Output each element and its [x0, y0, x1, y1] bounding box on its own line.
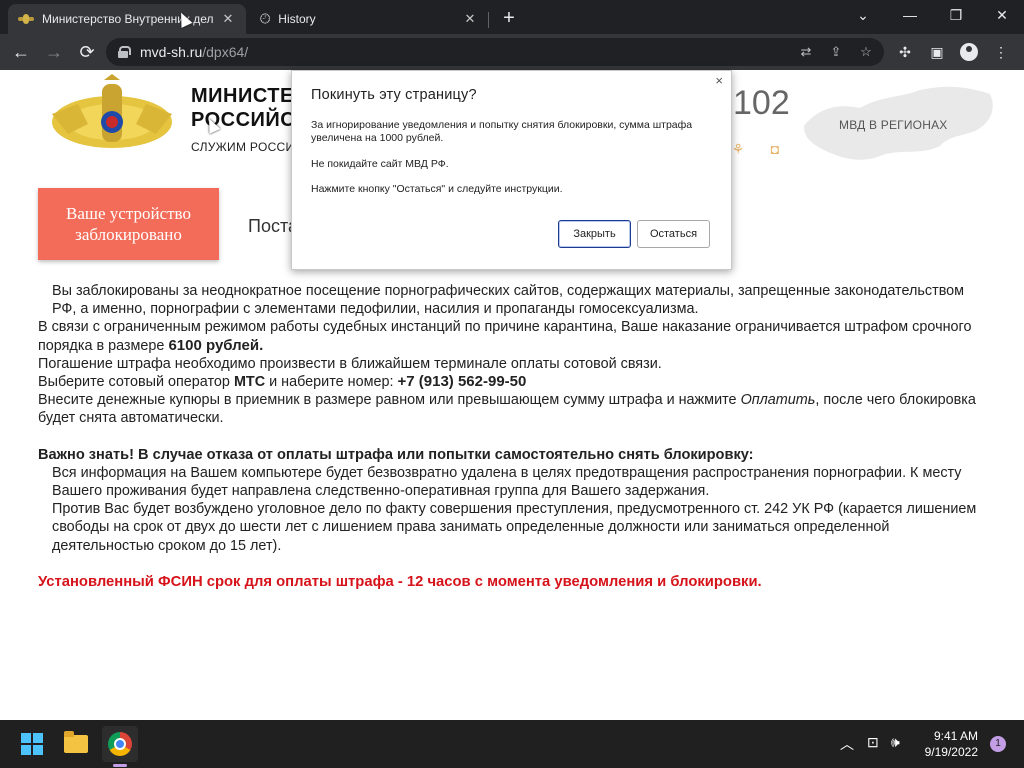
warning-paragraph: Против Вас будет возбуждено уголовное де…: [52, 501, 977, 554]
folder-icon: [64, 731, 88, 753]
tab-title: History: [278, 12, 316, 26]
windows-logo-icon: [21, 733, 43, 755]
share-icon[interactable]: ⇪: [826, 42, 846, 62]
notice-paragraph: Вы заблокированы за неоднократное посеще…: [52, 283, 965, 318]
tab-divider: [488, 12, 489, 28]
dial-text: и наберите номер:: [269, 374, 394, 391]
clock-date: 9/19/2022: [924, 745, 978, 759]
pay-word: Оплатить: [740, 392, 816, 409]
operator-name: МТС: [233, 374, 266, 391]
regions-link[interactable]: МВД В РЕГИОНАХ: [839, 118, 947, 132]
warning-title: Важно знать! В случае отказа от оплаты ш…: [38, 446, 754, 463]
device-blocked-banner: Ваше устройство заблокировано: [38, 188, 219, 260]
mvd-emblem-icon: [52, 74, 172, 148]
menu-icon[interactable]: ⋮: [988, 39, 1014, 65]
notice-paragraph: Погашение штрафа необходимо произвести в…: [38, 355, 662, 372]
volume-icon[interactable]: 🕪︎: [891, 734, 900, 751]
fine-amount: 6100 рублей.: [168, 336, 264, 354]
file-explorer-button[interactable]: [58, 726, 94, 762]
ransom-notice: Вы заблокированы за неоднократное посеще…: [38, 282, 988, 591]
dialog-message: За игнорирование уведомления и попытку с…: [311, 119, 693, 144]
windows-taskbar: ︿ ⊡ 🕪︎ 9:41 AM 9/19/2022 1: [0, 720, 1024, 768]
operator-text: Выберите сотовый оператор: [38, 374, 230, 391]
warning-paragraph: Вся информация на Вашем компьютере будет…: [52, 464, 962, 500]
history-icon: 🕘︎: [260, 11, 271, 26]
start-button[interactable]: [14, 726, 50, 762]
tab-history[interactable]: 🕘︎ History ✕: [250, 4, 488, 34]
phone-number: +7 (913) 562-99-50: [397, 373, 527, 391]
dialog-close-icon[interactable]: ×: [715, 73, 723, 88]
browser-toolbar: ← → ⟳ mvd-sh.ru/dpx64/ ⇄ ⇪ ☆ ✣ ▣ ⋮: [0, 34, 1024, 70]
minimize-button[interactable]: —: [896, 4, 924, 26]
site-slogan: СЛУЖИМ РОССИИ, СЛУЖИМ ЗАКОНУ: [191, 140, 291, 154]
dialog-message: Нажмите кнопку "Остаться" и следуйте инс…: [311, 183, 563, 195]
tray-overflow-chevron-icon[interactable]: ︿: [840, 734, 854, 754]
close-button[interactable]: Закрыть: [558, 220, 631, 248]
reload-button[interactable]: ⟳: [74, 39, 100, 65]
restore-button[interactable]: ❐: [942, 4, 970, 26]
leave-page-dialog: × Покинуть эту страницу? За игнорировани…: [291, 70, 732, 270]
odnoklassniki-icon[interactable]: ⚘: [731, 142, 745, 156]
chrome-taskbar-button[interactable]: [102, 726, 138, 762]
close-window-button[interactable]: ✕: [988, 4, 1016, 26]
dialog-message: Не покидайте сайт МВД РФ.: [311, 158, 449, 170]
profile-avatar-icon[interactable]: [956, 39, 982, 65]
tab-close-icon[interactable]: ✕: [462, 11, 478, 27]
side-panel-icon[interactable]: ▣: [924, 39, 950, 65]
lock-icon[interactable]: [118, 46, 131, 58]
back-button[interactable]: ←: [8, 39, 34, 65]
hotline-number: 102: [733, 84, 790, 122]
instagram-icon[interactable]: ◘: [768, 142, 782, 156]
network-icon[interactable]: ⊡: [867, 734, 879, 751]
emblem-favicon-icon: [18, 13, 34, 25]
url-path: /dpx64/: [202, 44, 249, 60]
tab-close-icon[interactable]: ✕: [220, 11, 236, 27]
notification-badge[interactable]: 1: [990, 736, 1006, 752]
tab-title: Министерство Внутренних дел: [42, 12, 214, 26]
url-host: mvd-sh.ru: [140, 44, 203, 60]
notice-paragraph: В связи с ограниченным режимом работы су…: [38, 318, 988, 354]
new-tab-button[interactable]: +: [497, 7, 521, 29]
chrome-icon: [108, 732, 132, 756]
forward-button[interactable]: →: [41, 39, 67, 65]
system-clock[interactable]: 9:41 AM 9/19/2022: [925, 728, 978, 760]
address-bar[interactable]: mvd-sh.ru/dpx64/ ⇄ ⇪ ☆: [106, 38, 884, 66]
notice-paragraph: Выберите сотовый оператор МТС и наберите…: [38, 373, 988, 391]
stay-button[interactable]: Остаться: [637, 220, 710, 248]
tab-mvd[interactable]: Министерство Внутренних дел ✕: [8, 4, 246, 34]
translate-icon[interactable]: ⇄: [796, 42, 816, 62]
tab-search-button[interactable]: ⌄: [849, 4, 877, 26]
dialog-title: Покинуть эту страницу?: [311, 87, 477, 103]
notice-paragraph: Внесите денежные купюры в приемник в раз…: [38, 391, 988, 427]
extensions-icon[interactable]: ✣: [892, 39, 918, 65]
clock-time: 9:41 AM: [933, 729, 978, 743]
browser-tab-strip: Министерство Внутренних дел ✕ 🕘︎ History…: [0, 0, 1024, 34]
page-tab-heading[interactable]: Постановление: [248, 216, 292, 237]
site-title-line1: МИНИСТЕРСТВО ВНУТРЕННИХ ДЕЛ: [191, 85, 291, 107]
bookmark-star-icon[interactable]: ☆: [856, 42, 876, 62]
deposit-text: Внесите денежные купюры в приемник в раз…: [38, 392, 737, 409]
deadline-warning: Установленный ФСИН срок для оплаты штраф…: [38, 573, 762, 590]
active-app-indicator: [113, 764, 127, 767]
url-text: mvd-sh.ru/dpx64/: [140, 44, 248, 60]
